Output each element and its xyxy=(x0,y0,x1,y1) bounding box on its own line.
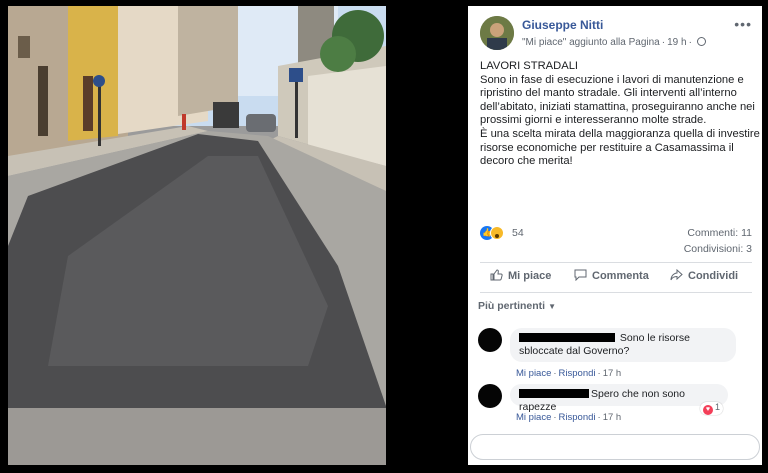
redacted-name xyxy=(519,333,615,342)
author-name[interactable]: Giuseppe Nitti xyxy=(522,18,603,32)
write-comment-input[interactable] xyxy=(470,434,760,460)
comment-reply-link[interactable]: Rispondi xyxy=(559,412,596,423)
post-photo[interactable] xyxy=(8,6,386,465)
wow-icon xyxy=(490,226,504,240)
caret-down-icon: ▼ xyxy=(548,302,557,311)
redacted-name xyxy=(519,389,589,398)
comment-actions: Mi piace · Rispondi · 17 h xyxy=(516,368,622,379)
comment-like-link[interactable]: Mi piace xyxy=(516,368,551,379)
post-meta: "Mi piace" aggiunto alla Pagina · 19 h · xyxy=(522,37,706,48)
globe-icon xyxy=(696,37,706,46)
post-timestamp[interactable]: 19 h xyxy=(667,37,686,48)
heart-icon: ♥ xyxy=(703,405,713,415)
comment-actions: Mi piace · Rispondi · 17 h xyxy=(516,412,622,423)
comment-reaction-badge[interactable]: ♥ 1 xyxy=(700,402,724,415)
thumbs-up-icon xyxy=(490,269,503,281)
reaction-icons[interactable]: 👍 xyxy=(480,226,510,240)
screenshot-frame: Giuseppe Nitti "Mi piace" aggiunto alla … xyxy=(0,0,768,473)
comment-icon xyxy=(574,269,587,281)
comment-bubble: Spero che non sono rapezze xyxy=(510,384,728,413)
comment-text-line2: sbloccate dal Governo? xyxy=(519,345,630,357)
comment-time[interactable]: 17 h xyxy=(603,368,622,379)
comments-filter-label: Più pertinenti xyxy=(478,300,546,312)
divider xyxy=(480,292,752,293)
comment-item: Sono le risorse sbloccate dal Governo? M… xyxy=(478,328,758,379)
comment-time[interactable]: 17 h xyxy=(603,412,622,423)
commenter-avatar[interactable] xyxy=(478,328,502,352)
post-panel: Giuseppe Nitti "Mi piace" aggiunto alla … xyxy=(468,6,762,465)
share-button[interactable]: Condividi xyxy=(670,269,738,282)
comment-button[interactable]: Commenta xyxy=(574,269,649,282)
post-text: LAVORI STRADALI Sono in fase di esecuzio… xyxy=(480,60,760,168)
post-header: Giuseppe Nitti "Mi piace" aggiunto alla … xyxy=(480,16,752,56)
comment-bubble: Sono le risorse sbloccate dal Governo? xyxy=(510,328,736,362)
more-options-icon[interactable]: ••• xyxy=(734,16,752,32)
comment-item: Spero che non sono rapezze ♥ 1 Mi piace · R… xyxy=(478,384,758,424)
comment-button-label: Commenta xyxy=(592,270,649,282)
shares-count[interactable]: Condivisioni: 3 xyxy=(684,243,752,255)
street-photo-image xyxy=(8,6,386,465)
meta-separator: · xyxy=(661,37,666,48)
meta-separator-2: · xyxy=(688,37,692,48)
commenter-avatar[interactable] xyxy=(478,384,502,408)
like-button[interactable]: Mi piace xyxy=(490,269,551,282)
post-actions: Mi piace Commenta Condividi xyxy=(480,263,752,291)
comment-reaction-count: 1 xyxy=(715,402,721,412)
author-avatar-image xyxy=(480,16,514,50)
like-button-label: Mi piace xyxy=(508,270,552,282)
reactions-bar: 👍 54 Commenti: 11 Condivisioni: 3 xyxy=(480,224,752,260)
comment-reply-link[interactable]: Rispondi xyxy=(559,368,596,379)
comments-count[interactable]: Commenti: 11 xyxy=(687,227,752,239)
post-activity: "Mi piace" aggiunto alla Pagina xyxy=(522,37,660,48)
share-icon xyxy=(670,269,683,281)
comment-like-link[interactable]: Mi piace xyxy=(516,412,551,423)
reaction-count[interactable]: 54 xyxy=(512,227,524,239)
author-avatar[interactable] xyxy=(480,16,514,50)
comments-filter[interactable]: Più pertinenti ▼ xyxy=(478,300,556,312)
comment-text-line1: Sono le risorse xyxy=(619,332,690,344)
share-button-label: Condividi xyxy=(688,270,739,282)
